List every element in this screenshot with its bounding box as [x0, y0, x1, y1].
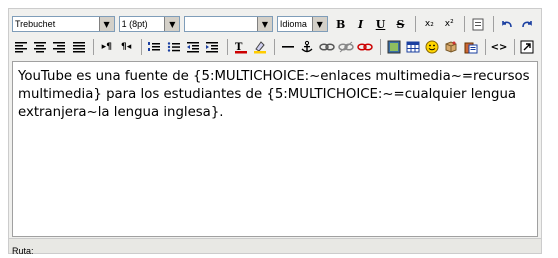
language-select[interactable]: Idioma ▼ — [276, 16, 328, 32]
undo-icon — [502, 21, 512, 28]
unordered-list-button[interactable] — [165, 38, 182, 56]
highlight-color-button[interactable] — [251, 38, 268, 56]
image-icon — [387, 40, 401, 54]
insert-object-button[interactable] — [443, 38, 460, 56]
no-link-button[interactable] — [357, 38, 374, 56]
align-center-icon — [33, 42, 46, 53]
font-family-select[interactable]: Trebuchet ▼ — [12, 16, 115, 32]
ltr-button[interactable]: ▸¶ — [98, 38, 115, 56]
toolbar-separator — [415, 16, 417, 32]
subscript-button[interactable]: x₂ — [420, 15, 438, 33]
text-color-icon: T — [234, 42, 247, 54]
italic-button[interactable]: I — [352, 15, 370, 33]
unlink-button[interactable] — [337, 38, 354, 56]
chevron-down-icon: ▼ — [164, 17, 180, 31]
smiley-icon — [425, 40, 439, 54]
editor-content-area[interactable]: YouTube es una fuente de {5:MULTICHOICE:… — [12, 61, 538, 237]
strikethrough-button[interactable]: S — [391, 15, 409, 33]
rtl-button[interactable]: ¶◂ — [117, 38, 134, 56]
format-select[interactable]: ▼ — [184, 16, 273, 32]
html-label: <> — [490, 41, 508, 53]
insert-smiley-button[interactable] — [423, 38, 440, 56]
toolbar-separator — [274, 39, 276, 55]
bold-button[interactable]: B — [332, 15, 350, 33]
toolbar-separator — [93, 39, 95, 55]
subscript-label: x₂ — [424, 19, 434, 29]
superscript-label: x² — [444, 19, 454, 29]
table-icon — [406, 41, 420, 53]
align-center-button[interactable] — [31, 38, 48, 56]
toolbar-separator — [485, 39, 487, 55]
underline-label: U — [375, 17, 386, 31]
align-justify-icon — [72, 42, 85, 53]
redo-icon — [522, 21, 532, 28]
highlight-color-icon — [253, 41, 266, 54]
ordered-list-button[interactable] — [146, 38, 163, 56]
superscript-button[interactable]: x² — [440, 15, 458, 33]
text-color-button[interactable]: T — [232, 38, 249, 56]
toolbar-separator — [464, 16, 466, 32]
outdent-button[interactable] — [184, 38, 201, 56]
insert-link-button[interactable] — [318, 38, 335, 56]
toolbar-row-1: Trebuchet ▼ 1 (8pt) ▼ ▼ Idioma ▼ B I U S… — [12, 13, 538, 35]
chevron-down-icon: ▼ — [256, 17, 272, 31]
ltr-label: ▸¶ — [101, 42, 112, 52]
horizontal-rule-icon — [282, 46, 295, 48]
strike-label: S — [396, 17, 405, 31]
undo-button[interactable] — [498, 15, 516, 33]
path-label: Ruta: — [12, 246, 34, 256]
anchor-button[interactable] — [299, 38, 316, 56]
package-icon — [445, 41, 457, 53]
paste-icon — [464, 42, 478, 54]
clean-word-button[interactable] — [469, 15, 487, 33]
indent-icon — [206, 42, 219, 53]
redo-button[interactable] — [518, 15, 536, 33]
insert-image-button[interactable] — [385, 38, 402, 56]
font-size-select[interactable]: 1 (8pt) ▼ — [118, 16, 181, 32]
paste-button[interactable] — [462, 38, 479, 56]
ordered-list-icon — [148, 42, 161, 51]
status-bar: Ruta: — [9, 238, 541, 256]
align-left-button[interactable] — [12, 38, 29, 56]
link-icon — [318, 43, 335, 51]
toolbar-separator — [226, 39, 228, 55]
rtl-label: ¶◂ — [120, 42, 132, 52]
unlink-icon — [338, 41, 354, 53]
chevron-down-icon: ▼ — [311, 17, 327, 31]
unordered-list-icon — [167, 42, 180, 52]
nolink-icon — [357, 43, 374, 51]
anchor-icon — [301, 40, 313, 53]
fullscreen-icon — [520, 40, 534, 54]
indent-button[interactable] — [204, 38, 221, 56]
insert-table-button[interactable] — [404, 38, 421, 56]
font-family-value: Trebuchet — [15, 19, 56, 29]
align-right-icon — [53, 42, 66, 53]
editor-toolbar: Trebuchet ▼ 1 (8pt) ▼ ▼ Idioma ▼ B I U S… — [9, 9, 541, 61]
chevron-down-icon: ▼ — [98, 17, 114, 31]
toolbar-separator — [140, 39, 142, 55]
language-value: Idioma — [279, 19, 307, 29]
html-editor: Trebuchet ▼ 1 (8pt) ▼ ▼ Idioma ▼ B I U S… — [8, 8, 542, 256]
horizontal-rule-button[interactable] — [279, 38, 296, 56]
align-right-button[interactable] — [51, 38, 68, 56]
html-source-button[interactable]: <> — [490, 38, 508, 56]
clipboard-icon — [472, 18, 484, 31]
fullscreen-button[interactable] — [519, 38, 536, 56]
toolbar-separator — [493, 16, 495, 32]
align-justify-button[interactable] — [70, 38, 87, 56]
font-size-value: 1 (8pt) — [121, 19, 148, 29]
toolbar-row-2: ▸¶ ¶◂ T <> — [12, 36, 538, 58]
bold-label: B — [336, 17, 346, 31]
toolbar-separator — [379, 39, 381, 55]
italic-label: I — [358, 17, 364, 31]
toolbar-separator — [513, 39, 515, 55]
underline-button[interactable]: U — [372, 15, 390, 33]
align-left-icon — [14, 42, 27, 53]
outdent-icon — [186, 42, 199, 53]
editor-paragraph: YouTube es una fuente de {5:MULTICHOICE:… — [18, 69, 530, 120]
